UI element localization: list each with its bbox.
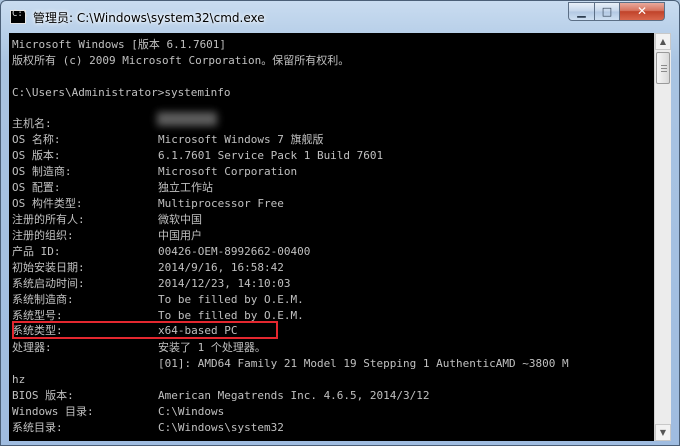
info-label: BIOS 版本: xyxy=(12,389,74,402)
minimize-button[interactable]: ▁ xyxy=(568,2,595,21)
info-row: Windows 目录: C:\Windows xyxy=(12,404,224,420)
system-type-highlight-box xyxy=(12,321,278,339)
vertical-scrollbar[interactable]: ▲ ▼ xyxy=(654,33,671,441)
maximize-button[interactable]: □ xyxy=(594,2,620,21)
info-value: 2014/12/23, 14:10:03 xyxy=(158,277,291,290)
info-row: 主机名: xyxy=(12,116,52,132)
info-value: To be filled by O.E.M. xyxy=(158,293,304,306)
info-label: OS 制造商: xyxy=(12,165,72,178)
info-row: 注册的组织: 中国用户 xyxy=(12,228,202,244)
console-prompt: C:\Users\Administrator>systeminfo xyxy=(12,86,231,99)
info-value: Microsoft Windows 7 旗舰版 xyxy=(158,133,324,146)
scrollbar-thumb[interactable] xyxy=(656,52,670,84)
info-value: 6.1.7601 Service Pack 1 Build 7601 xyxy=(158,149,384,162)
grip-line xyxy=(661,65,667,66)
title-bar[interactable]: C:\ 管理员: C:\Windows\system32\cmd.exe ▁ □… xyxy=(1,1,679,33)
info-value: American Megatrends Inc. 4.6.5, 2014/3/1… xyxy=(158,389,430,402)
info-row: OS 配置: 独立工作站 xyxy=(12,180,213,196)
info-row: 系统启动时间: 2014/12/23, 14:10:03 xyxy=(12,276,290,292)
scroll-down-arrow-icon[interactable]: ▼ xyxy=(655,424,671,441)
info-label: Windows 目录: xyxy=(12,405,94,418)
info-label: hz xyxy=(12,373,26,386)
close-button[interactable]: ✕ xyxy=(619,2,665,21)
info-row: OS 版本: 6.1.7601 Service Pack 1 Build 7601 xyxy=(12,148,383,164)
info-value: [01]: AMD64 Family 21 Model 19 Stepping … xyxy=(158,357,569,370)
info-row: OS 制造商: Microsoft Corporation xyxy=(12,164,297,180)
console-output[interactable]: Microsoft Windows [版本 6.1.7601] 版权所有 (c)… xyxy=(9,33,654,441)
info-row: 注册的所有人: 微软中国 xyxy=(12,212,202,228)
scroll-up-arrow-icon[interactable]: ▲ xyxy=(655,33,671,50)
info-label: 注册的组织: xyxy=(12,229,74,242)
info-label: OS 构件类型: xyxy=(12,197,83,210)
window-title: 管理员: C:\Windows\system32\cmd.exe xyxy=(33,11,265,25)
info-label: 系统制造商: xyxy=(12,293,74,306)
info-label: 初始安装日期: xyxy=(12,261,85,274)
info-value: C:\Windows xyxy=(158,405,225,418)
info-row: BIOS 版本: American Megatrends Inc. 4.6.5, … xyxy=(12,388,430,404)
info-value: Microsoft Corporation xyxy=(158,165,298,178)
info-row: OS 名称: Microsoft Windows 7 旗舰版 xyxy=(12,132,323,148)
console-header-version: Microsoft Windows [版本 6.1.7601] xyxy=(12,38,227,51)
info-value: 00426-OEM-8992662-00400 xyxy=(158,245,311,258)
info-row: 处理器: 安装了 1 个处理器。 xyxy=(12,340,266,356)
grip-line xyxy=(661,71,667,72)
info-label: 产品 ID: xyxy=(12,245,61,258)
info-value: 2014/9/16, 16:58:42 xyxy=(158,261,284,274)
info-row: 系统目录: C:\Windows\system32 xyxy=(12,420,284,436)
info-label: OS 版本: xyxy=(12,149,61,162)
info-label: OS 名称: xyxy=(12,133,61,146)
info-label: OS 配置: xyxy=(12,181,61,194)
info-value: Multiprocessor Free xyxy=(158,197,284,210)
info-value: 安装了 1 个处理器。 xyxy=(158,341,266,354)
info-row: hz xyxy=(12,372,25,388)
info-value: 独立工作站 xyxy=(158,181,213,194)
info-label: 主机名: xyxy=(12,117,52,130)
info-label: 处理器: xyxy=(12,341,52,354)
info-label: 系统启动时间: xyxy=(12,277,85,290)
redacted-hostname xyxy=(157,112,217,126)
info-row: 产品 ID: 00426-OEM-8992662-00400 xyxy=(12,244,310,260)
info-row: 初始安装日期: 2014/9/16, 16:58:42 xyxy=(12,260,284,276)
info-label: 注册的所有人: xyxy=(12,213,85,226)
console-header-copyright: 版权所有 (c) 2009 Microsoft Corporation。保留所有… xyxy=(12,54,350,67)
cmd-window: C:\ 管理员: C:\Windows\system32\cmd.exe ▁ □… xyxy=(0,0,680,446)
info-label: 系统目录: xyxy=(12,421,63,434)
info-row: 系统制造商: To be filled by O.E.M. xyxy=(12,292,304,308)
info-value: 微软中国 xyxy=(158,213,202,226)
cmd-app-icon[interactable]: C:\ xyxy=(10,9,28,24)
info-row: OS 构件类型: Multiprocessor Free xyxy=(12,196,284,212)
info-value: C:\Windows\system32 xyxy=(158,421,284,434)
info-value: 中国用户 xyxy=(158,229,202,242)
grip-line xyxy=(661,68,667,69)
